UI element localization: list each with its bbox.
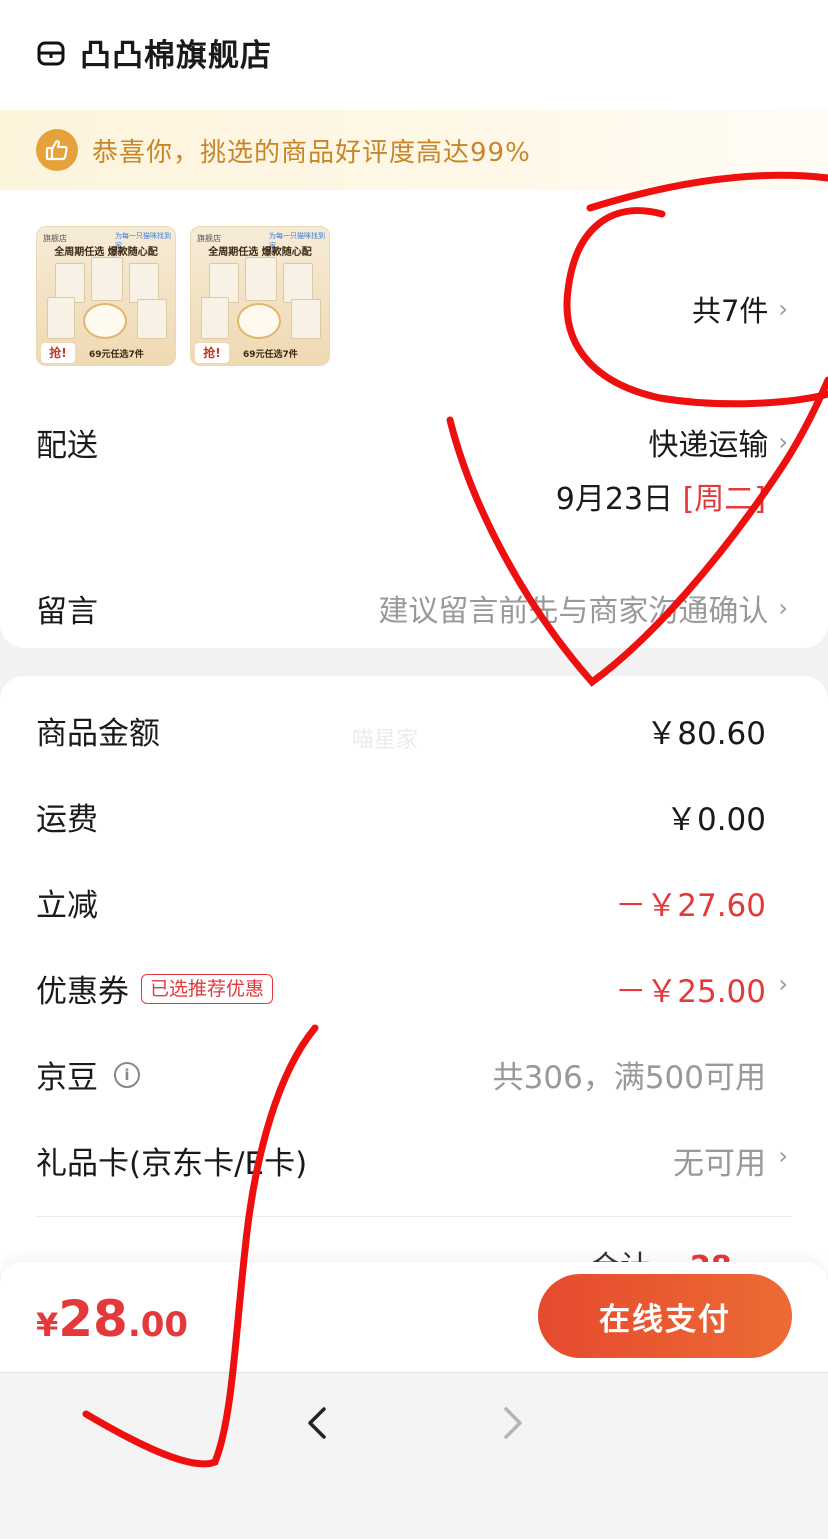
coupon-recommended-badge: 已选推荐优惠 xyxy=(141,973,274,1004)
giftcard-value: 无可用 xyxy=(673,1146,766,1182)
info-icon[interactable]: i xyxy=(114,1061,140,1088)
store-name: 凸凸棉旗舰店 xyxy=(80,38,272,74)
payable-amount: ¥ 28 .00 xyxy=(36,1290,188,1348)
chevron-right-icon: › xyxy=(778,295,788,323)
jingdou-label-group: 京豆 i xyxy=(36,1052,140,1097)
chevron-right-icon: › xyxy=(778,594,788,622)
product-pack-image xyxy=(201,297,229,339)
product-pack-image xyxy=(91,257,123,301)
product-headline: 全周期任选 爆款随心配 xyxy=(54,247,158,258)
store-header[interactable]: 凸凸棉旗舰店 xyxy=(36,30,272,75)
checkout-bar: ¥ 28 .00 在线支付 xyxy=(0,1262,828,1372)
giftcard-label: 礼品卡(京东卡/E卡) xyxy=(36,1146,308,1182)
chevron-right-icon: › xyxy=(778,428,788,456)
back-arrow-icon[interactable] xyxy=(298,1403,338,1443)
shipping-method-selector[interactable]: 快递运输 › xyxy=(648,420,788,464)
rating-banner: 恭喜你，挑选的商品好评度高达99% xyxy=(0,110,828,190)
coupon-label: 优惠券 xyxy=(36,974,129,1010)
delivery-date[interactable]: 9月23日 [周二] xyxy=(556,474,766,518)
giftcard-row[interactable]: 礼品卡(京东卡/E卡) 无可用 xyxy=(36,1138,766,1183)
product-headline: 全周期任选 爆款随心配 xyxy=(208,247,312,258)
product-thumbnails[interactable]: 旗舰店 为每一只猫咪找到家 全周期任选 爆款随心配 抢! 69元任选7件 旗舰店… xyxy=(36,226,330,366)
thumbs-up-icon xyxy=(36,129,78,171)
goods-amount-row: 商品金额 ￥80.60 xyxy=(36,708,766,753)
product-promo-text: 69元任选7件 xyxy=(89,350,144,360)
item-count-link[interactable]: 共7件 › xyxy=(692,288,788,330)
payable-integer: 28 xyxy=(58,1290,128,1348)
chevron-right-icon[interactable]: › xyxy=(778,1142,788,1170)
freight-value: ￥0.00 xyxy=(665,802,766,838)
message-input[interactable]: 建议留言前先与商家沟通确认 › xyxy=(378,586,788,630)
product-pack-image xyxy=(291,299,321,339)
instant-discount-value: －￥27.60 xyxy=(615,888,766,924)
cat-mascot-image xyxy=(83,303,127,339)
product-pack-image xyxy=(283,263,313,303)
instant-discount-label: 立减 xyxy=(36,888,98,924)
jingdou-row: 京豆 i 共306，满500可用 xyxy=(36,1052,766,1097)
currency-symbol: ¥ xyxy=(36,1306,59,1344)
product-thumbnail[interactable]: 旗舰店 为每一只猫咪找到家 全周期任选 爆款随心配 抢! 69元任选7件 xyxy=(36,226,176,366)
product-pack-image xyxy=(47,297,75,339)
coupon-row[interactable]: 优惠券 已选推荐优惠 －￥25.00 xyxy=(36,966,766,1011)
pay-online-button[interactable]: 在线支付 xyxy=(538,1274,792,1358)
cat-mascot-image xyxy=(237,303,281,339)
jingdou-label: 京豆 xyxy=(36,1060,98,1096)
delivery-date-value: 9月23日 xyxy=(555,482,674,517)
goods-amount-label: 商品金额 xyxy=(36,716,160,752)
product-pack-image xyxy=(129,263,159,303)
browser-nav-bar xyxy=(0,1372,828,1539)
promo-grab-badge: 抢! xyxy=(41,343,75,363)
message-placeholder: 建议留言前先与商家沟通确认 xyxy=(378,594,769,629)
payable-decimal: .00 xyxy=(127,1305,189,1345)
freight-row: 运费 ￥0.00 xyxy=(36,794,766,839)
banner-text: 恭喜你，挑选的商品好评度高达99% xyxy=(92,137,531,168)
product-thumbnail[interactable]: 旗舰店 为每一只猫咪找到家 全周期任选 爆款随心配 抢! 69元任选7件 xyxy=(190,226,330,366)
forward-arrow-icon[interactable] xyxy=(492,1403,532,1443)
promo-grab-badge: 抢! xyxy=(195,343,229,363)
message-label: 留言 xyxy=(36,594,98,630)
chevron-right-icon[interactable]: › xyxy=(778,970,788,998)
shipping-method: 快递运输 xyxy=(648,428,769,463)
product-promo-text: 69元任选7件 xyxy=(243,350,298,360)
shipping-label: 配送 xyxy=(36,428,98,464)
divider xyxy=(36,1216,792,1217)
item-count: 共7件 xyxy=(691,294,769,328)
coupon-value: －￥25.00 xyxy=(615,974,766,1010)
freight-label: 运费 xyxy=(36,802,98,838)
coupon-label-group: 优惠券 已选推荐优惠 xyxy=(36,966,274,1011)
store-icon xyxy=(37,41,65,65)
delivery-weekday: [周二] xyxy=(682,482,766,517)
instant-discount-row: 立减 －￥27.60 xyxy=(36,880,766,925)
goods-amount-value: ￥80.60 xyxy=(646,716,766,752)
jingdou-value: 共306，满500可用 xyxy=(492,1060,766,1096)
product-pack-image xyxy=(245,257,277,301)
product-pack-image xyxy=(137,299,167,339)
